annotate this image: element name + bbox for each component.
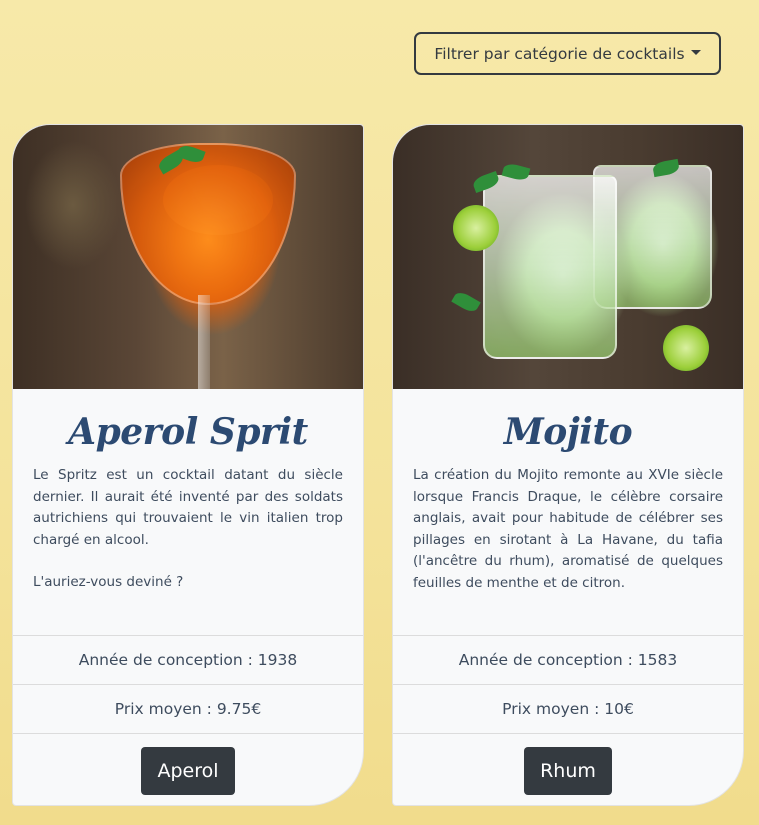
- cocktail-card-aperol: Aperol Sprit Le Spritz est un cocktail d…: [12, 124, 364, 806]
- price-text: Prix moyen : 10€: [502, 700, 634, 718]
- category-rhum-button[interactable]: Rhum: [524, 746, 612, 795]
- button-row: Rhum: [393, 733, 743, 805]
- card-description: Le Spritz est un cocktail datant du sièc…: [33, 465, 343, 625]
- lime-decor: [663, 325, 709, 371]
- card-title: Aperol Sprit: [68, 411, 308, 453]
- lime-decor: [453, 205, 499, 251]
- wine-glass-decor: [120, 143, 296, 305]
- description-paragraph: La création du Mojito remonte au XVIe si…: [413, 467, 723, 591]
- price-row: Prix moyen : 9.75€: [13, 684, 363, 733]
- year-text: Année de conception : 1938: [78, 651, 298, 669]
- cocktail-card-mojito: Mojito La création du Mojito remonte au …: [392, 124, 744, 806]
- description-paragraph: Le Spritz est un cocktail datant du sièc…: [33, 467, 343, 548]
- price-text: Prix moyen : 9.75€: [114, 700, 262, 718]
- year-row: Année de conception : 1583: [393, 635, 743, 684]
- glass-decor: [483, 175, 617, 359]
- category-aperol-button[interactable]: Aperol: [141, 746, 235, 795]
- glass-stem-decor: [198, 295, 210, 389]
- mojito-image: [393, 125, 743, 389]
- category-filter-dropdown[interactable]: Filtrer par catégorie de cocktails: [414, 32, 721, 75]
- category-filter-label: Filtrer par catégorie de cocktails: [434, 44, 685, 63]
- caret-down-icon: [690, 49, 701, 55]
- price-row: Prix moyen : 10€: [393, 684, 743, 733]
- year-text: Année de conception : 1583: [458, 651, 678, 669]
- card-description: La création du Mojito remonte au XVIe si…: [413, 465, 723, 625]
- description-paragraph: L'auriez-vous deviné ?: [33, 574, 184, 590]
- button-row: Aperol: [13, 733, 363, 805]
- mint-leaf-decor: [451, 289, 481, 315]
- card-title: Mojito: [503, 411, 633, 453]
- aperol-spritz-image: [13, 125, 363, 389]
- year-row: Année de conception : 1938: [13, 635, 363, 684]
